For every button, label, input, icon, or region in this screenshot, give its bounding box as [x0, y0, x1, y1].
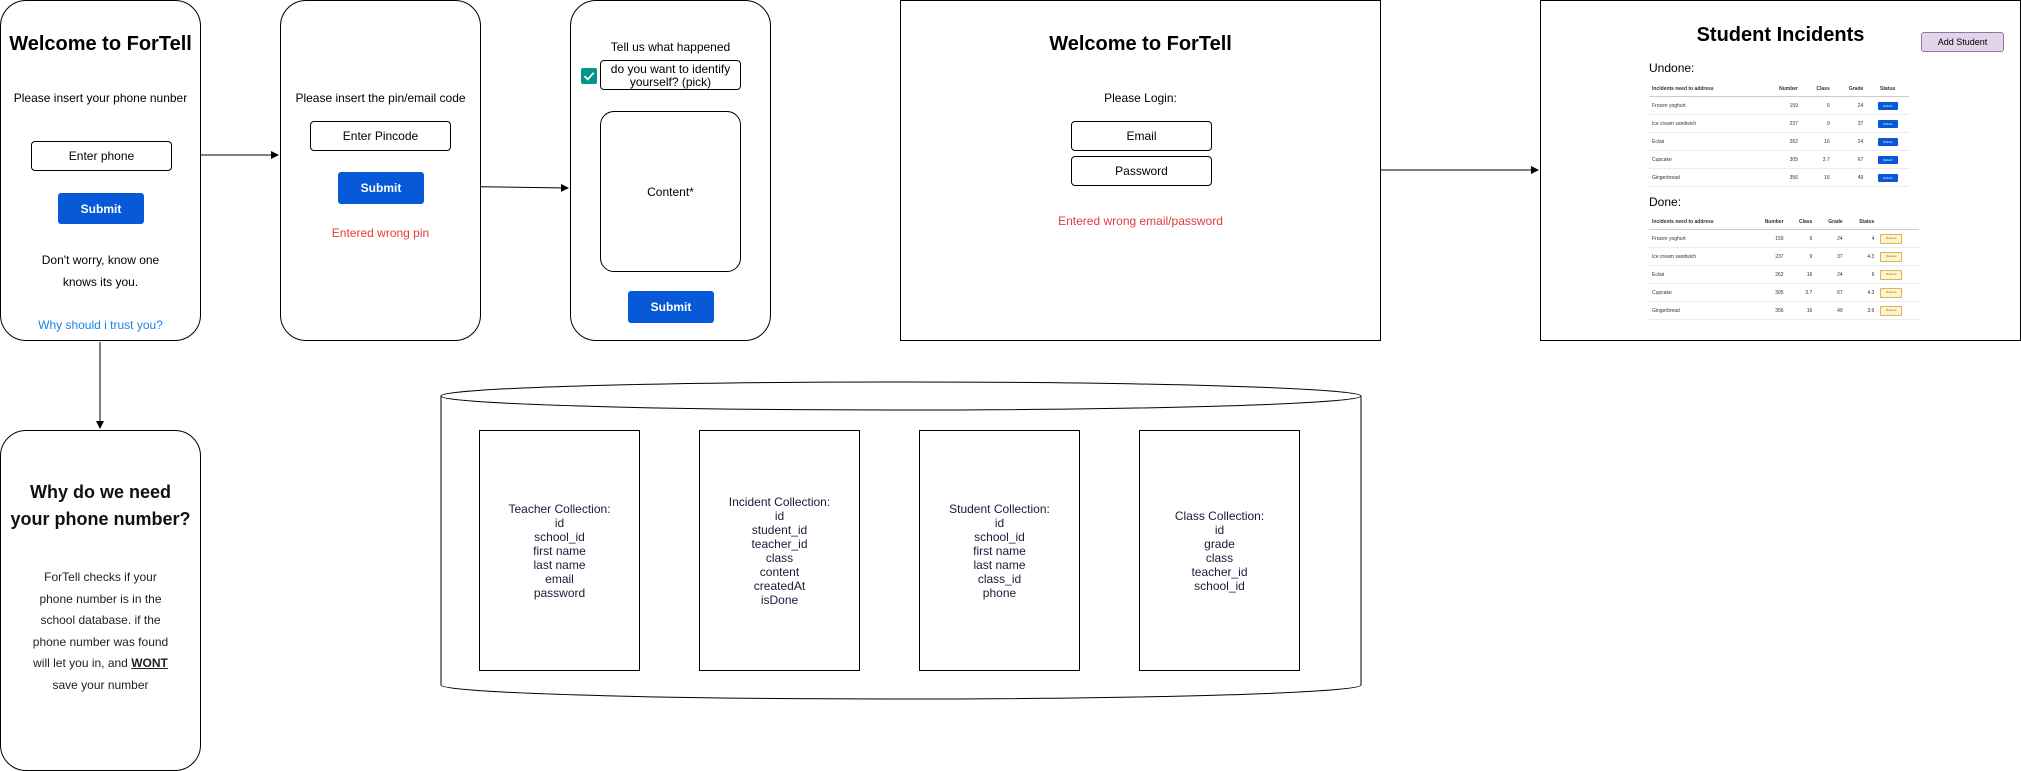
row-restore-button[interactable]: Restore [1880, 251, 1903, 262]
table-row: Cupcake 305 3.7 67 4.3 Restore [1649, 283, 1919, 302]
row-submit-button[interactable]: Submit [1877, 119, 1898, 128]
table-row: Cupcake 305 3.7 67 Submit [1649, 150, 1909, 169]
table-row: Frozen yoghurt 159 6 24 4 Restore [1649, 229, 1919, 248]
why-body: ForTell checks if your phone number is i… [32, 570, 169, 692]
done-header-row: Incidents need to address Number Class G… [1649, 215, 1919, 230]
teacher-collection: Teacher Collection: id school_id first n… [479, 430, 640, 671]
table-row: Ice cream sandwich 237 9 37 Submit [1649, 114, 1909, 133]
reassure-text: Don't worry, know one knows its you. [41, 253, 160, 289]
screen-pin-entry: Please insert the pin/email code Enter P… [280, 0, 481, 341]
screen-phone-entry: Welcome to ForTell Please insert your ph… [0, 0, 201, 341]
pin-error-message: Entered wrong pin [331, 226, 430, 240]
undone-label: Undone: [1649, 61, 1695, 75]
row-submit-button[interactable]: Submit [1877, 155, 1898, 164]
row-restore-button[interactable]: Restore [1880, 233, 1903, 244]
table-row: Eclair 262 16 24 6 Restore [1649, 265, 1919, 284]
content-placeholder: Content* [647, 184, 694, 199]
table-row: Frozen yoghurt 159 6 24 Submit [1649, 96, 1909, 115]
screen1-title: Welcome to ForTell [9, 33, 192, 55]
screen3-title: Tell us what happened [610, 40, 731, 54]
checkmark-icon [583, 72, 595, 81]
phone-input[interactable]: Enter phone [31, 141, 172, 171]
email-field[interactable]: Email [1071, 121, 1212, 151]
identify-question: do you want to identify yourself? (pick) [600, 60, 741, 90]
student-incidents-frame: Student Incidents Add Student Undone: In… [1540, 0, 2021, 341]
row-submit-button[interactable]: Submit [1877, 137, 1898, 146]
row-restore-button[interactable]: Restore [1880, 269, 1903, 280]
screen2-submit-button[interactable]: Submit [338, 172, 424, 204]
undone-header-row: Incidents need to address Number Class G… [1649, 82, 1909, 97]
screen-why-phone: Why do we need your phone number? ForTel… [0, 430, 201, 771]
trust-link[interactable]: Why should i trust you? [1, 318, 200, 332]
screen-report: Tell us what happened do you want to ide… [570, 0, 771, 341]
table-row: Gingerbread 356 16 49 3.9 Restore [1649, 301, 1919, 320]
pincode-input[interactable]: Enter Pincode [310, 121, 451, 151]
row-restore-button[interactable]: Restore [1880, 305, 1903, 316]
content-textarea[interactable]: Content* [600, 111, 741, 272]
table-row: Gingerbread 356 16 49 Submit [1649, 168, 1909, 187]
screen3-submit-button[interactable]: Submit [628, 291, 714, 323]
add-student-button[interactable]: Add Student [1921, 32, 2004, 52]
row-restore-button[interactable]: Restore [1880, 287, 1903, 298]
password-field[interactable]: Password [1071, 156, 1212, 186]
screen1-prompt: Please insert your phone nunber [13, 91, 188, 105]
screen2-prompt: Please insert the pin/email code [295, 91, 466, 105]
teacher-login-frame: Welcome to ForTell Please Login: Email P… [900, 0, 1381, 341]
row-submit-button[interactable]: Submit [1877, 173, 1898, 182]
table-row: Eclair 262 16 24 Submit [1649, 132, 1909, 151]
done-table: Incidents need to address Number Class G… [1649, 215, 1919, 320]
identify-checkbox[interactable] [581, 68, 597, 84]
login-title: Welcome to ForTell [1049, 33, 1232, 55]
undone-table: Incidents need to address Number Class G… [1649, 82, 1909, 187]
why-title: Why do we need your phone number? [10, 482, 191, 529]
student-collection: Student Collection: id school_id first n… [919, 430, 1080, 671]
done-label: Done: [1649, 195, 1682, 209]
login-prompt: Please Login: [1104, 91, 1177, 105]
class-collection: Class Collection: id grade class teacher… [1139, 430, 1300, 671]
screen1-submit-button[interactable]: Submit [58, 193, 144, 224]
incident-collection: Incident Collection: id student_id teach… [699, 430, 860, 671]
row-submit-button[interactable]: Submit [1877, 101, 1898, 110]
table-row: Ice cream sandwich 237 9 37 4.3 Restore [1649, 247, 1919, 266]
login-error-message: Entered wrong email/password [1058, 214, 1223, 228]
